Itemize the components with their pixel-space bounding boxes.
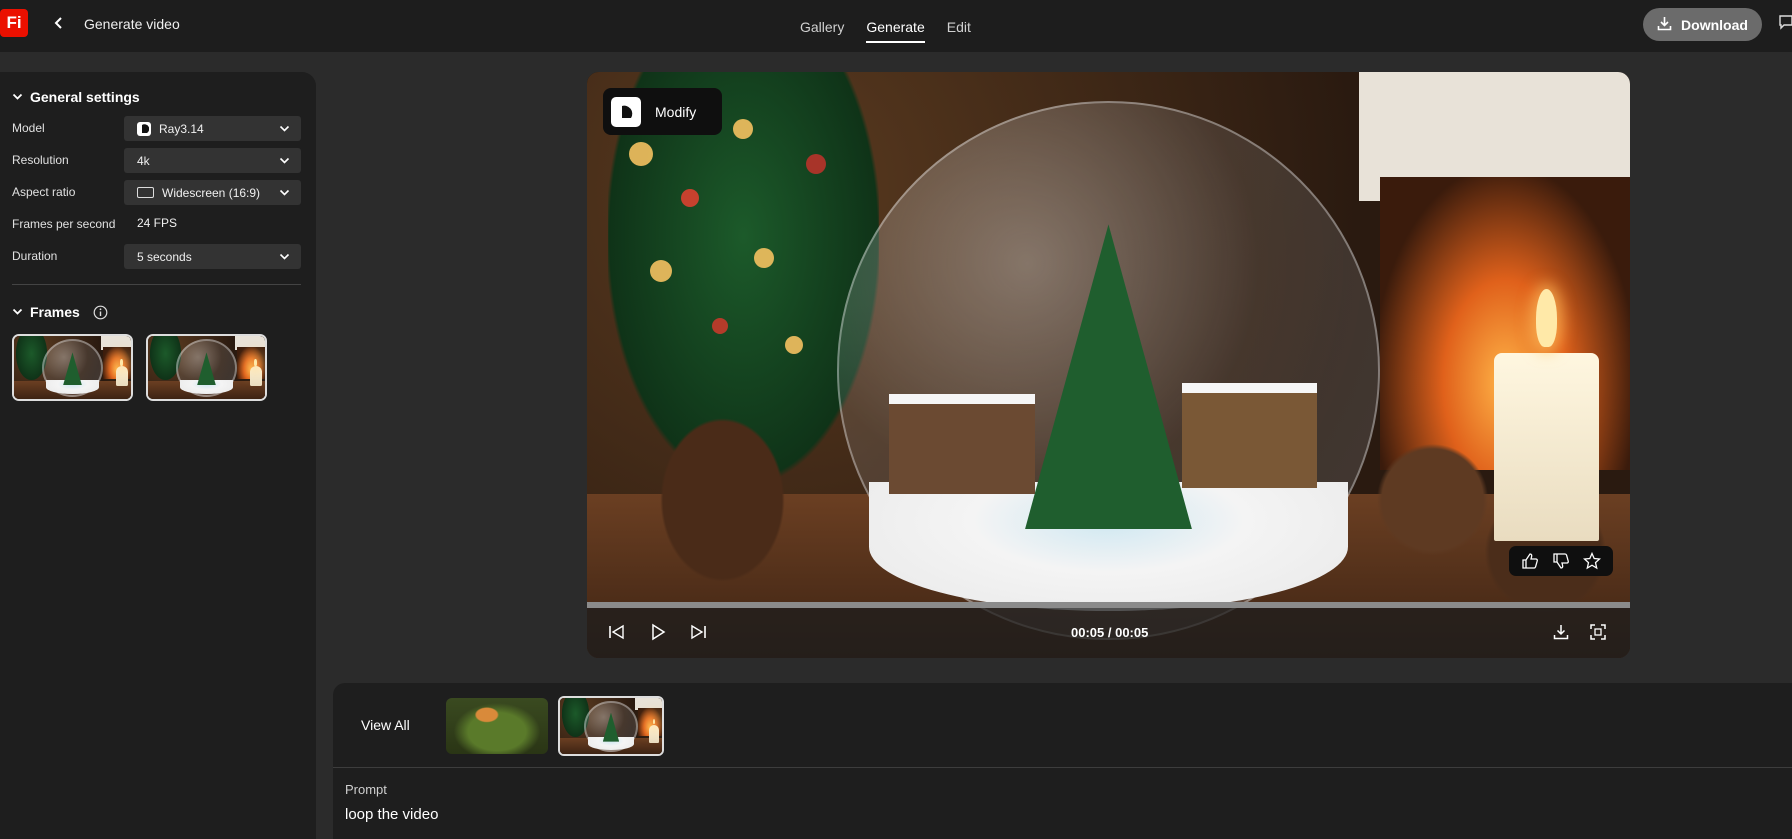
app-logo[interactable]: Fi [0,9,28,37]
widescreen-icon [137,187,154,198]
chevron-down-icon [279,251,290,262]
start-frame-thumbnail[interactable] [12,334,133,401]
snow-globe-image [148,336,265,399]
rating-bar [1509,546,1613,576]
duration-label: Duration [12,249,58,263]
resolution-label: Resolution [12,153,69,167]
info-icon[interactable] [93,305,108,320]
chevron-down-icon [279,187,290,198]
resolution-value: 4k [137,153,150,168]
tab-edit[interactable]: Edit [947,0,971,52]
chevron-down-icon [12,304,23,320]
timecode: 00:05 / 00:05 [1071,625,1149,640]
top-bar: Fi Generate video Gallery Generate Edit … [0,0,1792,52]
divider [333,767,1792,768]
thumbs-up-icon[interactable] [1521,552,1539,570]
download-icon [1657,16,1672,34]
history-thumbnail-selected[interactable] [558,696,664,756]
fps-label: Frames per second [12,217,116,231]
chevron-left-icon[interactable] [50,14,68,32]
aspect-ratio-value: Widescreen (16:9) [162,185,261,200]
tab-gallery[interactable]: Gallery [800,0,844,52]
chevron-down-icon [279,155,290,166]
modify-label: Modify [655,103,697,120]
video-player[interactable]: Modify 00:05 / 00:05 [587,72,1630,658]
play-icon[interactable] [647,621,669,643]
download-icon[interactable] [1550,621,1572,643]
modify-logo-icon [611,96,641,127]
snow-globe-image [560,698,662,754]
model-logo-icon [137,121,151,136]
aspect-ratio-label: Aspect ratio [12,185,76,199]
model-label: Model [12,121,45,135]
view-all-button[interactable]: View All [361,717,410,733]
prompt-text[interactable]: loop the video [345,806,438,823]
history-thumbnail[interactable] [446,698,548,754]
end-frame-thumbnail[interactable] [146,334,267,401]
mushroom-forest-image [446,698,548,754]
frames-header[interactable]: Frames [12,304,108,320]
tab-generate[interactable]: Generate [866,0,925,52]
model-select[interactable]: Ray3.14 [124,116,301,141]
tab-edit-label: Edit [946,19,971,35]
divider [12,284,301,285]
modify-button[interactable]: Modify [603,88,722,135]
fps-value: 24 FPS [137,216,178,230]
skip-forward-icon[interactable] [687,621,709,643]
model-value: Ray3.14 [159,121,204,136]
resolution-select[interactable]: 4k [124,148,301,173]
fullscreen-icon[interactable] [1587,621,1609,643]
tab-generate-label: Generate [866,19,925,43]
prompt-label: Prompt [345,782,387,797]
aspect-ratio-select[interactable]: Widescreen (16:9) [124,180,301,205]
star-icon[interactable] [1582,552,1601,570]
settings-panel: General settings Model Ray3.14 Resolutio… [0,72,316,839]
history-panel: View All Prompt loop the video [333,683,1792,839]
skip-back-icon[interactable] [606,621,628,643]
player-controls: 00:05 / 00:05 [587,608,1630,658]
top-tabs: Gallery Generate Edit [800,0,971,52]
duration-value: 5 seconds [137,249,192,264]
download-button[interactable]: Download [1643,8,1762,41]
frames-title: Frames [30,304,80,320]
thumbs-down-icon[interactable] [1552,552,1570,570]
page-title: Generate video [84,16,180,32]
tab-gallery-label: Gallery [800,19,845,35]
chevron-down-icon [12,89,23,105]
general-settings-header[interactable]: General settings [12,89,140,105]
comment-icon[interactable] [1778,14,1792,30]
snow-globe-video-frame [587,72,1630,658]
snow-globe-image [14,336,131,399]
general-settings-title: General settings [30,89,140,105]
download-button-label: Download [1681,16,1748,33]
duration-select[interactable]: 5 seconds [124,244,301,269]
chevron-down-icon [279,123,290,134]
